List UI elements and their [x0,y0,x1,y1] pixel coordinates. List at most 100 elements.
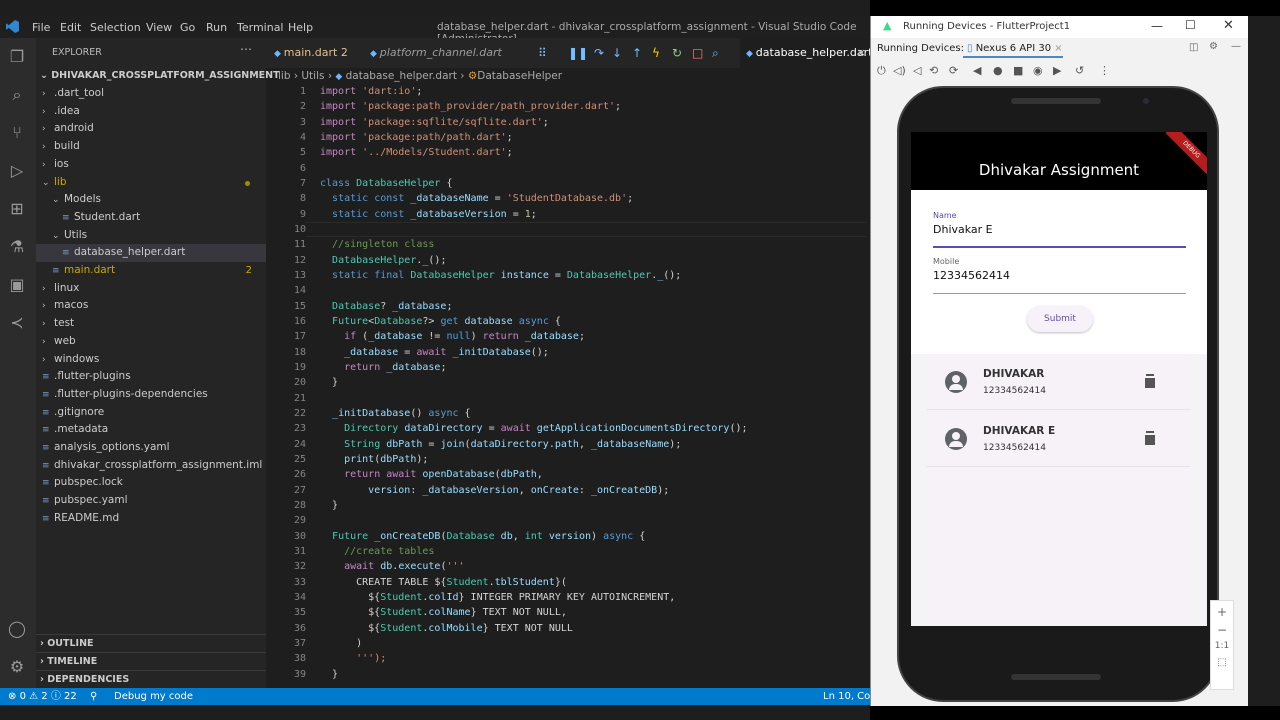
power-icon[interactable]: ⏻ [877,64,886,78]
menu-view[interactable]: View [146,21,172,34]
zoom-in-button[interactable]: + [1211,605,1233,619]
menu-terminal[interactable]: Terminal [237,21,284,34]
project-root[interactable]: ⌄ DHIVAKAR_CROSSPLATFORM_ASSIGNMENT [40,70,280,81]
folder-item[interactable]: › build [36,138,266,156]
delete-icon[interactable] [1145,376,1155,388]
zoom-out-button[interactable]: − [1211,623,1233,637]
step-into-icon[interactable]: ↓ [612,46,622,60]
close-icon[interactable]: × [857,38,866,68]
file-item[interactable]: ≡ .flutter-plugins-dependencies [36,386,266,404]
menu-go[interactable]: Go [180,21,195,34]
restart-icon[interactable]: ↻ [672,46,682,60]
breadcrumb-utils[interactable]: Utils [301,70,324,82]
volume-down-icon[interactable]: ◁ [913,64,921,77]
tab-platform-channel[interactable]: ◆ platform_channel.dart [370,38,520,68]
settings-gear-icon[interactable]: ⚙ [6,656,28,678]
fit-screen-icon[interactable]: ⬚ [1211,657,1233,668]
flutter-icon[interactable]: ≺ [6,312,28,334]
breadcrumb-file[interactable]: database_helper.dart [346,70,457,82]
timeline-section[interactable]: › TIMELINE [36,652,266,669]
hot-reload-icon[interactable]: ϟ [652,46,660,60]
minimize-icon[interactable]: — [1151,19,1163,33]
extensions-icon[interactable]: ⊞ [6,198,28,220]
search-icon[interactable]: ⌕ [6,84,28,106]
overview-icon[interactable]: ■ [1013,64,1023,77]
close-window-icon[interactable]: ✕ [1223,18,1234,33]
file-item[interactable]: ≡ .gitignore [36,404,266,422]
file-item[interactable]: ≡ analysis_options.yaml [36,439,266,457]
folder-item[interactable]: › android [36,120,266,138]
testing-icon[interactable]: ⚗ [6,236,28,258]
run-debug-icon[interactable]: ▷ [6,160,28,182]
volume-up-icon[interactable]: ◁) [893,64,906,77]
folder-item[interactable]: ⌄ Models [36,191,266,209]
debug-drag-icon[interactable]: ⠿ [538,46,547,60]
file-item[interactable]: ≡ pubspec.yaml [36,492,266,510]
step-over-icon[interactable]: ↷ [594,46,604,60]
list-item[interactable]: DHIVAKAR 12334562414 [927,354,1191,410]
folder-item[interactable]: ⌄ lib [36,174,266,192]
folder-item[interactable]: › .idea [36,103,266,121]
file-item[interactable]: ≡ dhivakar_crossplatform_assignment.iml [36,457,266,475]
tab-main-dart[interactable]: ◆ main.dart 2 [274,38,369,68]
snapshot-icon[interactable]: ↺ [1075,64,1084,77]
name-field[interactable]: Dhivakar E [933,223,993,236]
stop-icon[interactable]: □ [692,46,703,60]
pause-icon[interactable]: ❚❚ [568,46,588,60]
dependencies-section[interactable]: › DEPENDENCIES [36,670,266,687]
problems-indicator[interactable]: ⊗ 0 ⚠ 2 ⓘ 22 [8,688,77,705]
rotate-left-icon[interactable]: ⟲ [929,64,938,77]
folder-item[interactable]: ⌄ Utils [36,227,266,245]
debug-config[interactable]: Debug my code [114,688,193,705]
folder-item[interactable]: › macos [36,297,266,315]
close-tab-icon[interactable]: × [1054,43,1062,54]
file-item[interactable]: ≡ main.dart 2 [36,262,266,280]
file-item[interactable]: ≡ database_helper.dart [36,244,266,262]
folder-item[interactable]: › linux [36,280,266,298]
more-actions-icon[interactable]: ⋯ [240,42,252,56]
outline-section[interactable]: › OUTLINE [36,634,266,651]
layout-icon[interactable]: ◫ [1189,42,1198,53]
more-icon[interactable]: ⋮ [1099,64,1110,77]
maximize-icon[interactable]: ☐ [1185,18,1196,32]
record-icon[interactable]: ▶ [1053,64,1061,77]
file-item[interactable]: ≡ .flutter-plugins [36,368,266,386]
files-icon[interactable]: ❐ [6,46,28,68]
tab-database-helper[interactable]: ◆ database_helper.dart × [740,38,872,68]
step-out-icon[interactable]: ↑ [632,46,642,60]
mobile-field[interactable]: 12334562414 [933,269,1010,282]
folder-item[interactable]: › windows [36,351,266,369]
folder-item[interactable]: › ios [36,156,266,174]
menu-run[interactable]: Run [206,21,227,34]
submit-button[interactable]: Submit [1027,306,1093,332]
menu-edit[interactable]: Edit [60,21,81,34]
breadcrumb-class[interactable]: DatabaseHelper [477,70,562,82]
zoom-actual-button[interactable]: 1:1 [1211,641,1233,651]
settings-gear-icon[interactable]: ⚙ [1209,41,1218,52]
home-icon[interactable]: ● [993,64,1003,77]
inspect-icon[interactable]: ⌕ [712,46,719,61]
list-item[interactable]: DHIVAKAR E 12334562414 [927,411,1191,467]
code-editor[interactable]: 1 import 'dart:io'; 2 import 'package:path_… [266,84,870,688]
hide-icon[interactable]: — [1231,41,1241,52]
folder-item[interactable]: › .dart_tool [36,85,266,103]
file-item[interactable]: ≡ README.md [36,510,266,528]
file-item[interactable]: ≡ Student.dart [36,209,266,227]
device-tab[interactable]: ▯ Nexus 6 API 30 × [963,40,1063,58]
file-item[interactable]: ≡ .metadata [36,421,266,439]
breadcrumb-lib[interactable]: lib [266,70,291,82]
source-control-icon[interactable]: ⑂ [6,122,28,144]
menu-selection[interactable]: Selection [90,21,141,34]
remote-icon[interactable]: ▣ [6,274,28,296]
screenshot-icon[interactable]: ◉ [1033,64,1043,77]
menu-file[interactable]: File [32,21,50,34]
delete-icon[interactable] [1145,433,1155,445]
folder-item[interactable]: › test [36,315,266,333]
back-icon[interactable]: ◀ [973,64,981,77]
cursor-position[interactable]: Ln 10, Col [823,688,873,705]
folder-item[interactable]: › web [36,333,266,351]
account-icon[interactable]: ◯ [6,618,28,640]
rotate-right-icon[interactable]: ⟳ [949,64,958,77]
menu-help[interactable]: Help [288,21,313,34]
file-item[interactable]: ≡ pubspec.lock [36,474,266,492]
